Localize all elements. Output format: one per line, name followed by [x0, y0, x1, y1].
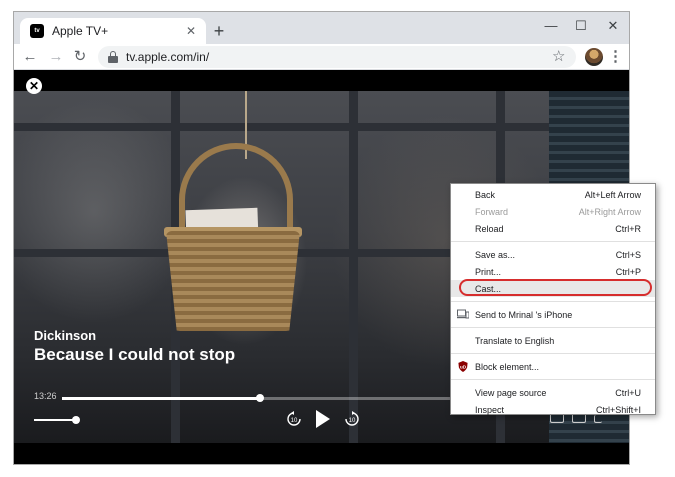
menu-item-label: View page source [475, 387, 547, 398]
chrome-menu-icon[interactable]: ⋮ [608, 47, 623, 67]
menu-item-label: Send to Mrinal 's iPhone [475, 309, 573, 320]
menu-item-shortcut: Alt+Left Arrow [584, 189, 641, 200]
progress-fill [62, 397, 260, 400]
progress-thumb[interactable] [255, 394, 264, 402]
menu-item-shortcut: Alt+Right Arrow [578, 206, 641, 217]
minimize-button[interactable]: — [538, 16, 564, 36]
apple-tv-favicon-icon: tv [30, 24, 44, 38]
close-player-icon[interactable]: ✕ [26, 78, 42, 94]
volume-slider[interactable] [34, 416, 80, 424]
skip-forward-10-icon[interactable]: 10 [344, 411, 360, 427]
menu-item-shortcut: Ctrl+P [615, 266, 641, 277]
menu-item-shortcut: Ctrl+R [615, 223, 641, 234]
new-tab-button[interactable]: + [208, 20, 230, 42]
menu-item-label: Inspect [475, 404, 505, 415]
window-frame-bar [349, 91, 358, 443]
screenshot-stage: tv Apple TV+ ✕ + — ☐ ✕ ← → ↻ tv.apple.co… [0, 0, 675, 477]
address-bar[interactable]: tv.apple.com/in/ [98, 46, 576, 68]
menu-separator [451, 353, 655, 354]
menu-item-forward[interactable]: Forward Alt+Right Arrow [451, 203, 655, 220]
window-frame-bar [14, 123, 629, 131]
forward-button[interactable]: → [46, 47, 66, 67]
menu-item-translate[interactable]: Translate to English [451, 332, 655, 349]
menu-item-label: Back [475, 189, 496, 200]
menu-item-label: Reload [475, 223, 504, 234]
menu-item-label: Block element... [475, 361, 540, 372]
menu-item-shortcut: Ctrl+Shift+I [595, 404, 641, 415]
tab-close-icon[interactable]: ✕ [182, 24, 200, 38]
skip-forward-label: 10 [349, 418, 356, 424]
menu-item-label: Print... [475, 266, 502, 277]
menu-item-label: Save as... [475, 249, 516, 260]
menu-item-block-element[interactable]: uD Block element... [451, 358, 655, 375]
menu-item-label: Forward [475, 206, 509, 217]
play-button[interactable] [316, 410, 330, 428]
ublock-shield-icon: uD [458, 361, 468, 372]
browser-toolbar: ← → ↻ tv.apple.com/in/ ☆ ⋮ [14, 44, 629, 70]
skip-back-label: 10 [291, 418, 298, 424]
reload-button[interactable]: ↻ [70, 47, 90, 67]
menu-item-cast[interactable]: Cast... [451, 280, 655, 297]
menu-item-shortcut: Ctrl+S [615, 249, 641, 260]
menu-item-reload[interactable]: Reload Ctrl+R [451, 220, 655, 237]
maximize-button[interactable]: ☐ [568, 16, 594, 36]
volume-thumb[interactable] [71, 416, 80, 424]
bookmark-star-icon[interactable]: ☆ [552, 47, 565, 67]
devices-icon [457, 309, 469, 319]
menu-separator [451, 241, 655, 242]
menu-item-label: Cast... [475, 283, 502, 294]
close-window-button[interactable]: ✕ [600, 16, 626, 36]
current-time: 13:26 [34, 391, 57, 401]
profile-avatar[interactable] [585, 48, 603, 66]
tab-strip: tv Apple TV+ ✕ + — ☐ ✕ [14, 12, 629, 44]
show-title: Dickinson [34, 328, 97, 343]
ublock-icon-text: uD [460, 364, 467, 369]
menu-item-view-source[interactable]: View page source Ctrl+U [451, 384, 655, 401]
episode-title: Because I could not stop [34, 345, 236, 364]
menu-item-save-as[interactable]: Save as... Ctrl+S [451, 246, 655, 263]
menu-item-back[interactable]: Back Alt+Left Arrow [451, 186, 655, 203]
menu-separator [451, 301, 655, 302]
url-text[interactable]: tv.apple.com/in/ [126, 50, 209, 64]
volume-fill [34, 419, 76, 421]
menu-item-send-to-device[interactable]: Send to Mrinal 's iPhone [451, 306, 655, 323]
menu-separator [451, 379, 655, 380]
menu-item-print[interactable]: Print... Ctrl+P [451, 263, 655, 280]
skip-back-10-icon[interactable]: 10 [286, 411, 302, 427]
menu-item-label: Translate to English [475, 335, 555, 346]
context-menu: Back Alt+Left Arrow Forward Alt+Right Ar… [450, 183, 656, 415]
back-button[interactable]: ← [20, 47, 40, 67]
lock-icon[interactable] [108, 51, 118, 63]
basket-body [166, 231, 300, 331]
tab-title: Apple TV+ [52, 24, 109, 38]
menu-item-inspect[interactable]: Inspect Ctrl+Shift+I [451, 401, 655, 418]
menu-separator [451, 327, 655, 328]
menu-item-shortcut: Ctrl+U [615, 387, 641, 398]
tab-apple-tv[interactable]: tv Apple TV+ ✕ [20, 18, 206, 44]
